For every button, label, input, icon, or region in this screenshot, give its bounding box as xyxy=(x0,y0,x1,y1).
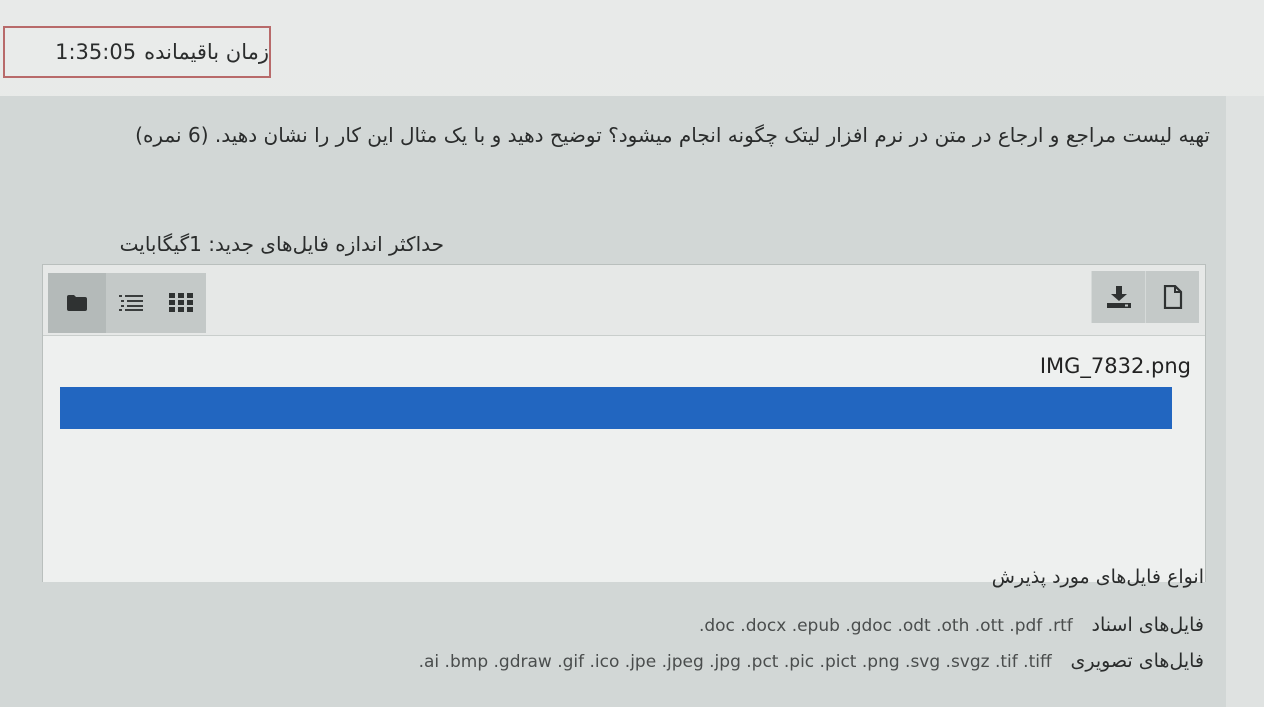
download-all-button[interactable] xyxy=(1091,271,1145,323)
upload-progress-bar xyxy=(60,387,1172,429)
document-types-label: فایل‌های اسناد xyxy=(1091,614,1204,636)
new-file-icon xyxy=(1163,285,1182,309)
image-types-label: فایل‌های تصویری xyxy=(1070,650,1205,672)
add-file-button[interactable] xyxy=(1145,271,1199,323)
time-remaining-box: زمان باقیمانده 1:35:05 xyxy=(3,26,271,78)
document-types-row: فایل‌های اسناد .doc .docx .epub .gdoc .o… xyxy=(699,614,1204,636)
timer-value: 1:35:05 xyxy=(55,40,137,64)
accepted-types-title: انواع فایل‌های مورد پذیرش xyxy=(991,566,1204,588)
file-manager: IMG_7832.png xyxy=(42,264,1206,582)
max-file-size-label: حداکثر اندازه فایل‌های جدید: 1گیگابایت xyxy=(119,232,444,256)
view-mode-group xyxy=(48,273,206,333)
uploaded-file-name[interactable]: IMG_7832.png xyxy=(1040,354,1191,378)
upload-progress-fill xyxy=(60,387,1172,429)
file-actions-group xyxy=(1091,271,1199,323)
grid-icon xyxy=(169,293,193,312)
list-view-button[interactable] xyxy=(106,273,156,333)
folder-view-button[interactable] xyxy=(48,273,106,333)
folder-icon xyxy=(67,295,87,311)
image-types-row: فایل‌های تصویری .ai .bmp .gdraw .gif .ic… xyxy=(419,650,1204,672)
file-manager-toolbar xyxy=(43,265,1205,336)
grid-view-button[interactable] xyxy=(156,273,206,333)
file-drop-area[interactable]: IMG_7832.png xyxy=(43,336,1205,582)
document-types-extensions: .doc .docx .epub .gdoc .odt .oth .ott .p… xyxy=(698,616,1073,636)
list-icon xyxy=(119,295,143,311)
quiz-page: زمان باقیمانده 1:35:05 تهیه لیست مراجع و… xyxy=(0,0,1264,707)
question-text: تهیه لیست مراجع و ارجاع در متن در نرم اف… xyxy=(135,123,1210,147)
timer-label: زمان باقیمانده xyxy=(144,40,269,64)
download-icon xyxy=(1106,286,1131,308)
image-types-extensions: .ai .bmp .gdraw .gif .ico .jpe .jpeg .jp… xyxy=(418,652,1052,672)
panel-right-margin xyxy=(1226,96,1264,707)
